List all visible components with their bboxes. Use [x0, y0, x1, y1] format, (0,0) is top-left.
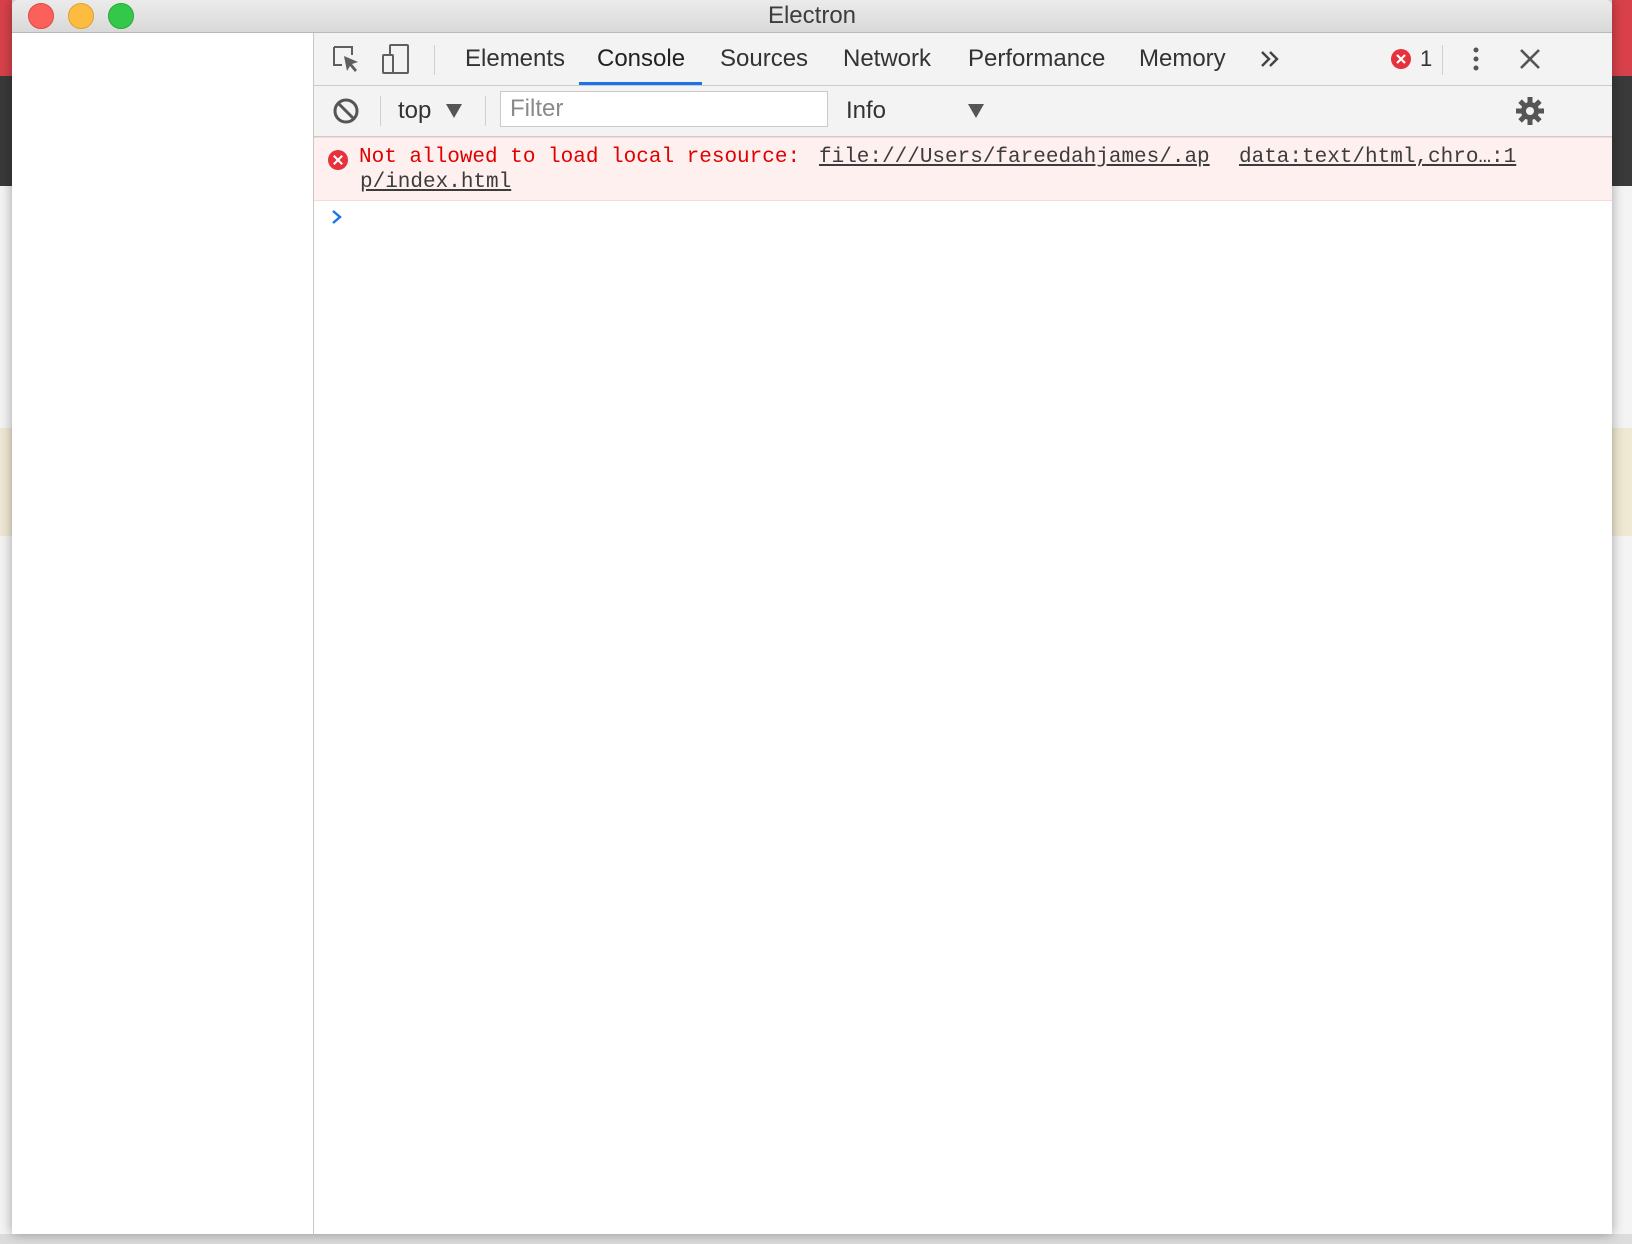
- console-prompt-chevron-icon[interactable]: [330, 207, 344, 227]
- background-app-right-edge: [1612, 0, 1632, 1244]
- error-resource-link-continued[interactable]: p/index.html: [360, 171, 511, 194]
- app-content-pane: [12, 33, 314, 1234]
- error-icon: [328, 150, 348, 170]
- active-tab-indicator: [579, 82, 702, 85]
- inspect-element-icon[interactable]: [330, 43, 362, 75]
- devtools-tab-bar: Elements Console Sources Network Perform…: [314, 33, 1612, 86]
- console-settings-gear-icon[interactable]: [1514, 95, 1546, 127]
- error-count-icon[interactable]: [1391, 49, 1411, 69]
- error-text: Not allowed to load local resource:: [359, 146, 801, 169]
- context-selector[interactable]: top: [398, 86, 431, 136]
- tab-sources[interactable]: Sources: [720, 33, 808, 85]
- window-title: Electron: [767, 2, 857, 29]
- toolbar-divider: [485, 96, 486, 126]
- tab-memory[interactable]: Memory: [1139, 33, 1226, 85]
- background-bottom-edge: [0, 1234, 1632, 1244]
- console-error-message: Not allowed to load local resource: file…: [314, 137, 1612, 201]
- filter-input[interactable]: [500, 91, 828, 127]
- window-content: Elements Console Sources Network Perform…: [12, 33, 1612, 1234]
- console-toolbar: top Info: [314, 86, 1612, 137]
- log-level-selector[interactable]: Info: [846, 86, 886, 136]
- tab-elements[interactable]: Elements: [465, 33, 565, 85]
- tab-console[interactable]: Console: [597, 33, 685, 85]
- toolbar-divider: [380, 96, 381, 126]
- tab-network[interactable]: Network: [843, 33, 931, 85]
- more-tabs-chevron-icon[interactable]: [1254, 43, 1286, 75]
- tab-performance[interactable]: Performance: [968, 33, 1105, 85]
- toolbar-divider: [1442, 45, 1443, 75]
- log-level-dropdown-arrow-icon[interactable]: [968, 104, 984, 118]
- close-devtools-icon[interactable]: [1514, 43, 1546, 75]
- clear-console-icon[interactable]: [330, 95, 362, 127]
- background-app-left-edge: [0, 0, 12, 1244]
- error-count[interactable]: 1: [1420, 33, 1432, 85]
- title-bar[interactable]: Electron: [12, 0, 1612, 33]
- kebab-menu-icon[interactable]: [1460, 43, 1492, 75]
- device-toolbar-icon[interactable]: [380, 43, 412, 75]
- console-output: Not allowed to load local resource: file…: [314, 137, 1612, 1234]
- toolbar-divider: [434, 45, 435, 75]
- error-source-link[interactable]: data:text/html,chro…:1: [1239, 146, 1516, 169]
- devtools-panel: Elements Console Sources Network Perform…: [314, 33, 1612, 1234]
- electron-window: Electron Elements Console Sources Networ…: [12, 0, 1612, 1234]
- context-dropdown-arrow-icon[interactable]: [446, 104, 462, 118]
- error-resource-link[interactable]: file:///Users/fareedahjames/.ap: [819, 146, 1210, 169]
